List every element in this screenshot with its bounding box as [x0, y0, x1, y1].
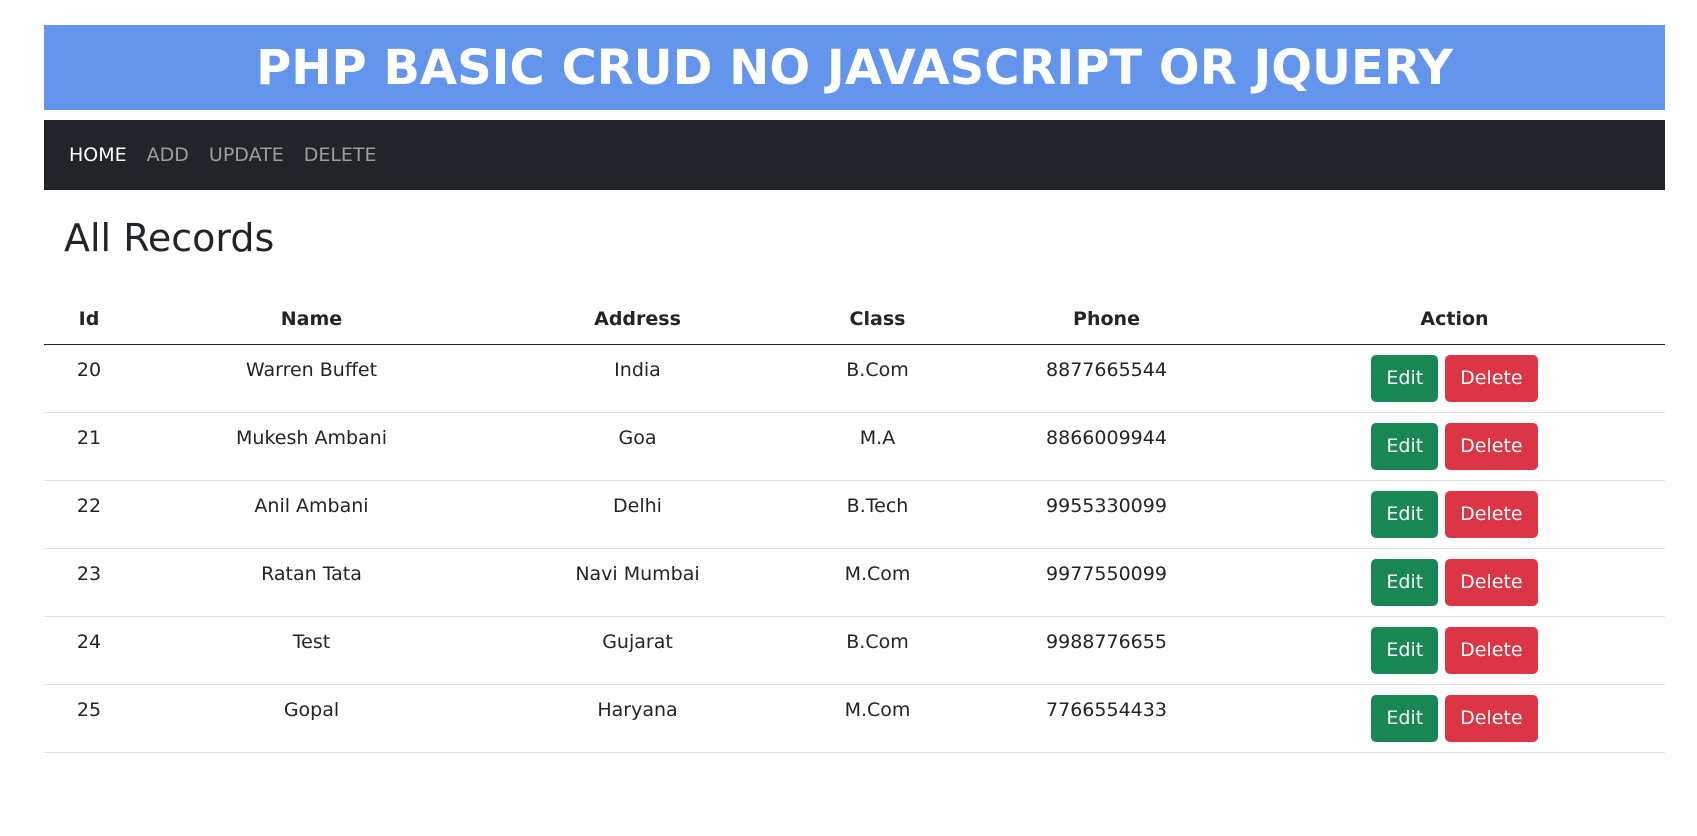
cell-actions: Edit Delete	[1244, 616, 1665, 685]
nav-home-link[interactable]: HOME	[69, 144, 127, 166]
cell-phone: 9988776655	[969, 616, 1244, 685]
cell-actions: Edit Delete	[1244, 412, 1665, 481]
cell-address: Delhi	[489, 480, 786, 549]
header-name: Name	[134, 294, 489, 345]
cell-phone: 9977550099	[969, 548, 1244, 617]
edit-button[interactable]: Edit	[1371, 355, 1439, 402]
cell-phone: 7766554433	[969, 684, 1244, 753]
table-row: 21 Mukesh Ambani Goa M.A 8866009944 Edit…	[44, 412, 1665, 481]
delete-button[interactable]: Delete	[1445, 355, 1538, 402]
cell-name: Mukesh Ambani	[134, 412, 489, 481]
delete-button[interactable]: Delete	[1445, 423, 1538, 470]
cell-address: Gujarat	[489, 616, 786, 685]
edit-button[interactable]: Edit	[1371, 695, 1439, 742]
table-row: 23 Ratan Tata Navi Mumbai M.Com 99775500…	[44, 548, 1665, 617]
cell-actions: Edit Delete	[1244, 684, 1665, 753]
cell-class: B.Tech	[786, 480, 969, 549]
cell-name: Gopal	[134, 684, 489, 753]
table-row: 25 Gopal Haryana M.Com 7766554433 Edit De…	[44, 684, 1665, 753]
navbar: HOME ADD UPDATE DELETE	[44, 120, 1665, 190]
cell-address: Goa	[489, 412, 786, 481]
cell-phone: 9955330099	[969, 480, 1244, 549]
cell-id: 23	[44, 548, 134, 617]
page-title: All Records	[64, 216, 275, 260]
header-banner: PHP BASIC CRUD NO JAVASCRIPT OR JQUERY	[44, 25, 1665, 110]
delete-button[interactable]: Delete	[1445, 491, 1538, 538]
table-header-row: Id Name Address Class Phone Action	[44, 294, 1665, 345]
table-row: 20 Warren Buffet India B.Com 8877665544 …	[44, 344, 1665, 413]
cell-address: India	[489, 344, 786, 413]
nav-delete-link[interactable]: DELETE	[304, 144, 377, 166]
cell-id: 25	[44, 684, 134, 753]
cell-id: 20	[44, 344, 134, 413]
nav-add-link[interactable]: ADD	[147, 144, 189, 166]
nav-update-link[interactable]: UPDATE	[209, 144, 284, 166]
cell-name: Ratan Tata	[134, 548, 489, 617]
cell-class: B.Com	[786, 616, 969, 685]
cell-class: M.Com	[786, 548, 969, 617]
header-action: Action	[1244, 294, 1665, 345]
cell-actions: Edit Delete	[1244, 480, 1665, 549]
cell-id: 22	[44, 480, 134, 549]
delete-button[interactable]: Delete	[1445, 695, 1538, 742]
table-row: 22 Anil Ambani Delhi B.Tech 9955330099 E…	[44, 480, 1665, 549]
edit-button[interactable]: Edit	[1371, 423, 1439, 470]
header-class: Class	[786, 294, 969, 345]
cell-name: Test	[134, 616, 489, 685]
banner-title: PHP BASIC CRUD NO JAVASCRIPT OR JQUERY	[256, 39, 1453, 96]
cell-id: 24	[44, 616, 134, 685]
cell-phone: 8877665544	[969, 344, 1244, 413]
cell-address: Haryana	[489, 684, 786, 753]
cell-name: Anil Ambani	[134, 480, 489, 549]
cell-phone: 8866009944	[969, 412, 1244, 481]
cell-id: 21	[44, 412, 134, 481]
header-id: Id	[44, 294, 134, 345]
cell-name: Warren Buffet	[134, 344, 489, 413]
cell-class: B.Com	[786, 344, 969, 413]
delete-button[interactable]: Delete	[1445, 559, 1538, 606]
cell-actions: Edit Delete	[1244, 548, 1665, 617]
table-row: 24 Test Gujarat B.Com 9988776655 Edit Del…	[44, 616, 1665, 685]
header-phone: Phone	[969, 294, 1244, 345]
delete-button[interactable]: Delete	[1445, 627, 1538, 674]
records-table: Id Name Address Class Phone Action 20 Wa…	[44, 294, 1665, 753]
cell-actions: Edit Delete	[1244, 344, 1665, 413]
cell-address: Navi Mumbai	[489, 548, 786, 617]
cell-class: M.Com	[786, 684, 969, 753]
edit-button[interactable]: Edit	[1371, 491, 1439, 538]
edit-button[interactable]: Edit	[1371, 627, 1439, 674]
cell-class: M.A	[786, 412, 969, 481]
header-address: Address	[489, 294, 786, 345]
page-container: PHP BASIC CRUD NO JAVASCRIPT OR JQUERY H…	[44, 25, 1665, 753]
edit-button[interactable]: Edit	[1371, 559, 1439, 606]
